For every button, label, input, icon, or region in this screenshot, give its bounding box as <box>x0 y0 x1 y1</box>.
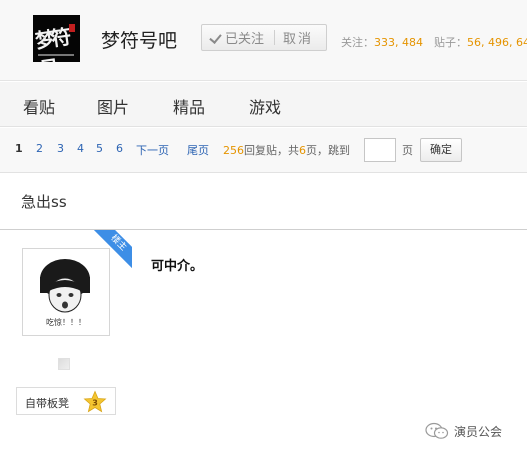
posts-count: 56, 496, 646 <box>467 36 527 49</box>
posts-label: 贴子： <box>434 36 467 49</box>
tab-games[interactable]: 游戏 <box>249 94 281 118</box>
watermark: 演员公会 <box>425 422 502 440</box>
last-page-link[interactable]: 尾页 <box>187 142 209 158</box>
member-icon[interactable] <box>58 358 70 370</box>
next-page-link[interactable]: 下一页 <box>136 142 169 158</box>
forum-nav: 看贴 图片 精品 游戏 <box>0 82 527 127</box>
tab-featured[interactable]: 精品 <box>173 94 205 118</box>
watermark-text: 演员公会 <box>454 424 503 439</box>
page-jump-input[interactable] <box>364 138 396 162</box>
followers-count: 333, 484 <box>374 36 423 49</box>
level-number: 3 <box>92 399 98 408</box>
post-content: 可中介。 <box>151 259 204 274</box>
posts-stat: 贴子：56, 496, 646 <box>434 34 527 50</box>
level-badge[interactable]: 自带板凳 3 <box>16 387 116 415</box>
follow-label: 已关注 <box>225 32 265 47</box>
page-link[interactable]: 6 <box>116 142 123 155</box>
total-pages: 6 <box>299 144 306 157</box>
page-link-current: 1 <box>15 142 23 155</box>
forum-name[interactable]: 梦符号吧 <box>101 26 177 53</box>
confirm-jump-button[interactable]: 确定 <box>420 138 462 162</box>
page-link[interactable]: 4 <box>77 142 84 155</box>
reply-info: 256回复贴，共6页，跳到 <box>223 142 350 158</box>
followers-stat: 关注：333, 484 <box>341 34 423 50</box>
page-link[interactable]: 3 <box>57 142 64 155</box>
thread-title: 急出ss <box>21 193 67 211</box>
title-divider <box>0 229 527 230</box>
author-badge: 楼主 <box>92 230 132 270</box>
logo-subtitle-line <box>38 54 74 56</box>
check-icon <box>210 32 222 44</box>
star-icon: 3 <box>83 390 107 413</box>
reply-suffix: 回复贴，共 <box>244 144 299 157</box>
follow-button[interactable]: 已关注 <box>202 25 274 50</box>
level-name: 自带板凳 <box>25 397 69 410</box>
wechat-icon <box>425 422 449 439</box>
unfollow-button[interactable]: 取消 <box>275 28 313 47</box>
reply-count: 256 <box>223 144 244 157</box>
tab-posts[interactable]: 看贴 <box>23 94 55 118</box>
logo-seal <box>69 24 75 32</box>
author-badge-label: 楼主 <box>92 230 132 270</box>
forum-logo[interactable]: 梦符号 <box>33 15 80 62</box>
jump-label: 页，跳到 <box>306 144 350 157</box>
followers-label: 关注： <box>341 36 374 49</box>
page-link[interactable]: 2 <box>36 142 43 155</box>
page-link[interactable]: 5 <box>96 142 103 155</box>
follow-controls: 已关注 取消 <box>201 24 327 51</box>
tab-images[interactable]: 图片 <box>97 94 129 118</box>
avatar-caption: 吃惊！！！ <box>46 318 86 327</box>
page-unit-label: 页 <box>402 144 413 157</box>
forum-header: 梦符号 梦符号吧 已关注 取消 关注：333, 484 贴子：56, 496, … <box>0 0 527 81</box>
